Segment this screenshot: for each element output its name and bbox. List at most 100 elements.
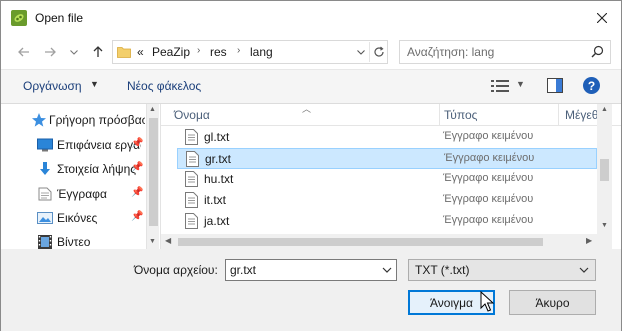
chevron-down-icon[interactable] bbox=[381, 262, 393, 278]
recent-locations-button[interactable] bbox=[65, 43, 83, 61]
text-file-icon bbox=[185, 192, 198, 208]
up-button[interactable] bbox=[89, 43, 107, 61]
documents-icon bbox=[38, 187, 52, 201]
file-row[interactable]: ja.txt Έγγραφο κειμένου bbox=[177, 211, 597, 232]
navigation-bar: « PeaZip › res › lang Αναζήτηση: lang bbox=[1, 35, 621, 69]
column-header-type[interactable]: Τύπος bbox=[444, 108, 477, 122]
column-header-name[interactable]: Όνομα bbox=[174, 108, 210, 122]
chevron-down-icon bbox=[357, 49, 365, 55]
file-name: hu.txt bbox=[204, 172, 234, 186]
view-options-icon[interactable] bbox=[491, 79, 509, 93]
title-bar: Open file bbox=[1, 1, 621, 35]
filename-input[interactable]: gr.txt bbox=[225, 259, 397, 281]
column-header-size[interactable]: Μέγεθ bbox=[565, 108, 598, 122]
file-type: Έγγραφο κειμένου bbox=[443, 193, 534, 205]
column-header-row: ︿ Όνομα Τύπος Μέγεθ bbox=[161, 104, 621, 126]
pictures-icon bbox=[37, 212, 53, 224]
breadcrumb-overflow[interactable]: « bbox=[137, 45, 144, 59]
scroll-down-arrow-icon[interactable]: ▼ bbox=[149, 238, 156, 245]
arrow-right-icon bbox=[45, 47, 56, 57]
filename-value: gr.txt bbox=[230, 263, 257, 277]
mouse-pointer-icon bbox=[480, 291, 494, 312]
new-folder-button[interactable]: Νέος φάκελος bbox=[127, 79, 201, 93]
file-row[interactable]: hu.txt Έγγραφο κειμένου bbox=[177, 169, 597, 190]
column-divider[interactable] bbox=[558, 104, 559, 126]
address-bar[interactable]: « PeaZip › res › lang bbox=[112, 40, 388, 64]
column-divider[interactable] bbox=[439, 104, 440, 126]
file-name: it.txt bbox=[204, 193, 227, 207]
file-list-vertical-scrollbar[interactable]: ▲ ▼ bbox=[597, 104, 612, 234]
desktop-icon bbox=[37, 138, 53, 152]
file-name: ja.txt bbox=[204, 214, 230, 228]
peazip-app-icon bbox=[11, 10, 27, 26]
sidebar-item-desktop[interactable]: Επιφάνεια εργασίας 📌 bbox=[1, 134, 146, 156]
filetype-value: TXT (*.txt) bbox=[415, 263, 470, 277]
back-button[interactable] bbox=[15, 43, 33, 61]
navigation-pane: Γρήγορη πρόσβαση Επιφάνεια εργασίας 📌 Στ… bbox=[1, 104, 160, 250]
scroll-down-arrow-icon[interactable]: ▼ bbox=[601, 222, 608, 229]
refresh-button[interactable] bbox=[369, 42, 387, 62]
download-icon bbox=[40, 162, 50, 175]
search-input[interactable]: Αναζήτηση: lang bbox=[399, 40, 611, 64]
file-type: Έγγραφο κειμένου bbox=[443, 130, 534, 142]
cancel-button[interactable]: Άκυρο bbox=[509, 290, 596, 315]
file-row-selected[interactable]: gr.txt Έγγραφο κειμένου bbox=[177, 148, 597, 169]
pin-icon: 📌 bbox=[131, 211, 144, 222]
address-dropdown-button[interactable] bbox=[353, 42, 369, 62]
search-icon bbox=[591, 45, 604, 58]
pin-icon: 📌 bbox=[131, 187, 144, 198]
window-title: Open file bbox=[35, 11, 84, 25]
videos-icon bbox=[38, 235, 52, 249]
organize-dropdown-icon[interactable]: ▼ bbox=[90, 79, 99, 89]
file-name: gr.txt bbox=[205, 152, 232, 166]
scrollbar-thumb[interactable] bbox=[178, 238, 543, 246]
open-file-dialog: Open file « PeaZip › res › lang Αναζήτησ… bbox=[0, 0, 622, 331]
breadcrumb-lang[interactable]: lang bbox=[250, 45, 273, 59]
breadcrumb-separator[interactable]: › bbox=[197, 45, 200, 56]
scroll-up-arrow-icon[interactable]: ▲ bbox=[149, 106, 156, 113]
view-dropdown-icon[interactable]: ▼ bbox=[516, 79, 525, 89]
star-icon bbox=[32, 113, 46, 127]
chevron-down-icon bbox=[579, 267, 589, 273]
folder-icon bbox=[117, 47, 131, 58]
browser-area: Γρήγορη πρόσβαση Επιφάνεια εργασίας 📌 Στ… bbox=[1, 103, 621, 250]
file-type: Έγγραφο κειμένου bbox=[443, 172, 534, 184]
sidebar-item-pictures[interactable]: Εικόνες 📌 bbox=[1, 207, 146, 229]
sidebar-item-downloads[interactable]: Στοιχεία λήψης 📌 bbox=[1, 158, 146, 180]
organize-button[interactable]: Οργάνωση bbox=[23, 79, 82, 93]
scroll-left-arrow-icon[interactable]: ◀ bbox=[165, 236, 171, 245]
file-row[interactable]: it.txt Έγγραφο κειμένου bbox=[177, 190, 597, 211]
arrow-up-icon bbox=[93, 46, 103, 57]
pin-icon: 📌 bbox=[131, 162, 144, 173]
sidebar-item-quick-access[interactable]: Γρήγορη πρόσβαση bbox=[1, 109, 146, 131]
command-bar: Οργάνωση ▼ Νέος φάκελος ▼ ? bbox=[1, 69, 621, 103]
close-button[interactable] bbox=[587, 5, 617, 31]
sidebar-item-documents[interactable]: Έγγραφα 📌 bbox=[1, 183, 146, 205]
forward-button[interactable] bbox=[41, 43, 59, 61]
help-button[interactable]: ? bbox=[583, 77, 600, 94]
scroll-right-arrow-icon[interactable]: ▶ bbox=[586, 236, 592, 245]
breadcrumb-res[interactable]: res bbox=[210, 45, 227, 59]
sort-ascending-icon: ︿ bbox=[302, 104, 312, 114]
filetype-select[interactable]: TXT (*.txt) bbox=[408, 259, 596, 281]
pin-icon: 📌 bbox=[131, 138, 144, 149]
scrollbar-thumb[interactable] bbox=[149, 118, 158, 226]
breadcrumb-peazip[interactable]: PeaZip bbox=[152, 45, 190, 59]
file-row[interactable]: gl.txt Έγγραφο κειμένου bbox=[177, 127, 597, 148]
search-placeholder: Αναζήτηση: lang bbox=[407, 45, 495, 59]
close-icon bbox=[597, 13, 607, 23]
file-list-horizontal-scrollbar[interactable]: ◀ ▶ bbox=[161, 234, 612, 250]
text-file-icon bbox=[185, 213, 198, 229]
text-file-icon bbox=[186, 151, 199, 167]
breadcrumb-separator[interactable]: › bbox=[237, 45, 240, 56]
scroll-up-arrow-icon[interactable]: ▲ bbox=[601, 106, 608, 113]
text-file-icon bbox=[185, 129, 198, 145]
file-name: gl.txt bbox=[204, 130, 230, 144]
file-list: ︿ Όνομα Τύπος Μέγεθ gl.txt Έγγραφο κειμέ… bbox=[160, 104, 621, 250]
navigation-scrollbar[interactable]: ▲ ▼ bbox=[146, 104, 159, 250]
refresh-icon bbox=[373, 46, 384, 57]
scrollbar-thumb[interactable] bbox=[600, 159, 609, 181]
sidebar-item-videos[interactable]: Βίντεο bbox=[1, 231, 146, 250]
text-file-icon bbox=[185, 171, 198, 187]
preview-pane-icon[interactable] bbox=[547, 78, 563, 93]
